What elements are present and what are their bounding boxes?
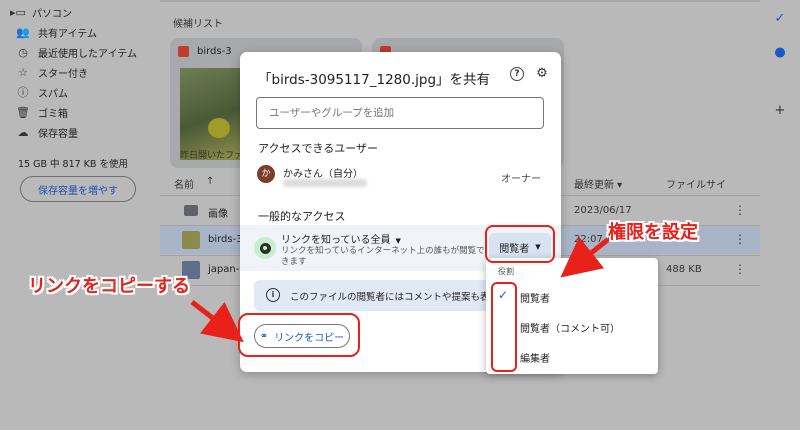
annotation-arrows: [190, 236, 612, 343]
arrow-to-role-menu: [560, 236, 612, 278]
annotation-set-permission: 権限を設定: [608, 222, 698, 243]
annotation-copy-link: リンクをコピーする: [28, 276, 190, 297]
arrow-to-copy-link: [190, 300, 244, 343]
